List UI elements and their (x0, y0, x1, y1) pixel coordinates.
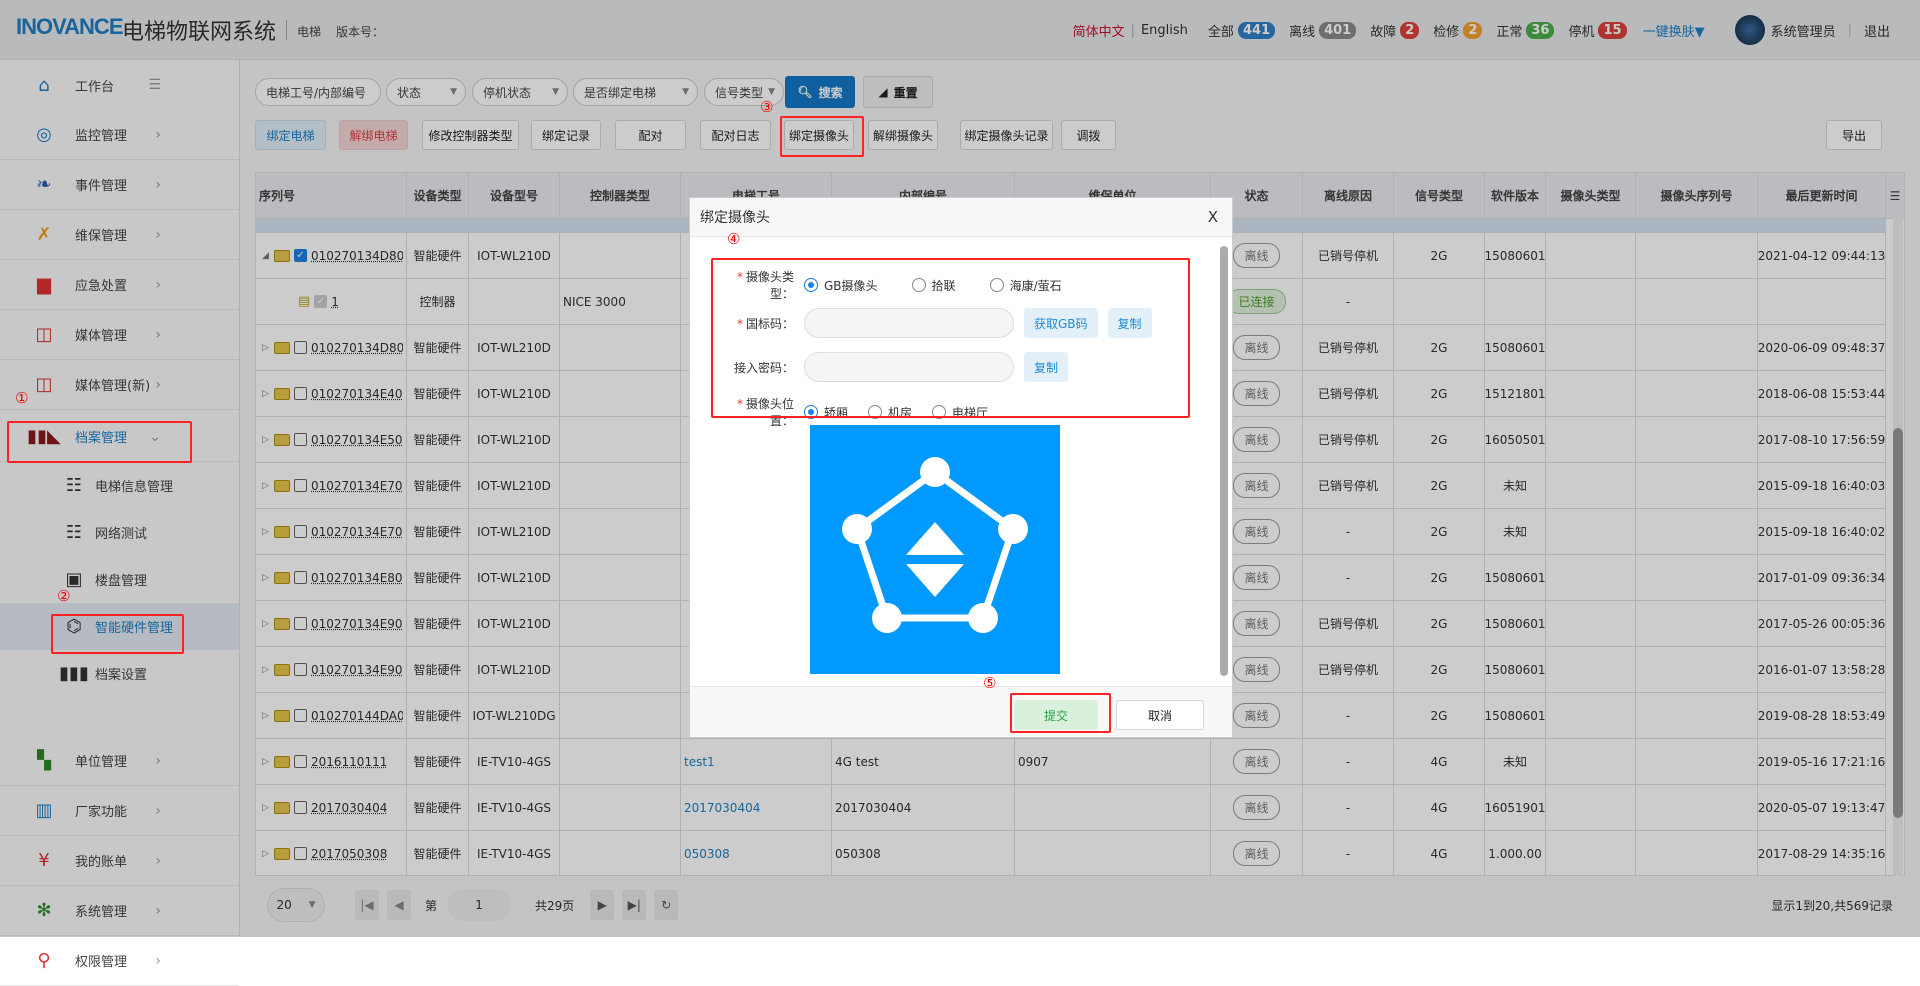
annotation-2: ② (57, 587, 71, 605)
dialog-footer: 提交 取消 (690, 686, 1232, 737)
annotation-4: ④ (727, 230, 741, 248)
annotation-1: ① (15, 389, 29, 407)
dialog-scrollbar[interactable] (1220, 246, 1228, 676)
elevator-network-icon (842, 457, 1028, 633)
annotation-box-archive (7, 421, 192, 463)
close-icon[interactable]: X (1208, 208, 1218, 226)
cancel-button[interactable]: 取消 (1116, 700, 1204, 730)
annotation-box-hardware (51, 614, 184, 654)
app-qr-logo-image (810, 425, 1060, 674)
annotation-box-form (711, 258, 1190, 418)
chevron-right-icon: › (155, 952, 161, 969)
sidebar-item-label: 权限管理 (75, 955, 128, 970)
annotation-3: ③ (760, 98, 774, 116)
annotation-5: ⑤ (983, 674, 997, 692)
key-icon: ⚲ (37, 950, 51, 971)
dialog-title: 绑定摄像头 (700, 210, 770, 226)
annotation-box-submit (1010, 693, 1111, 733)
sidebar-item-12[interactable]: ⚲ 权限管理 › (0, 936, 239, 986)
annotation-box-bind-camera (780, 116, 864, 157)
